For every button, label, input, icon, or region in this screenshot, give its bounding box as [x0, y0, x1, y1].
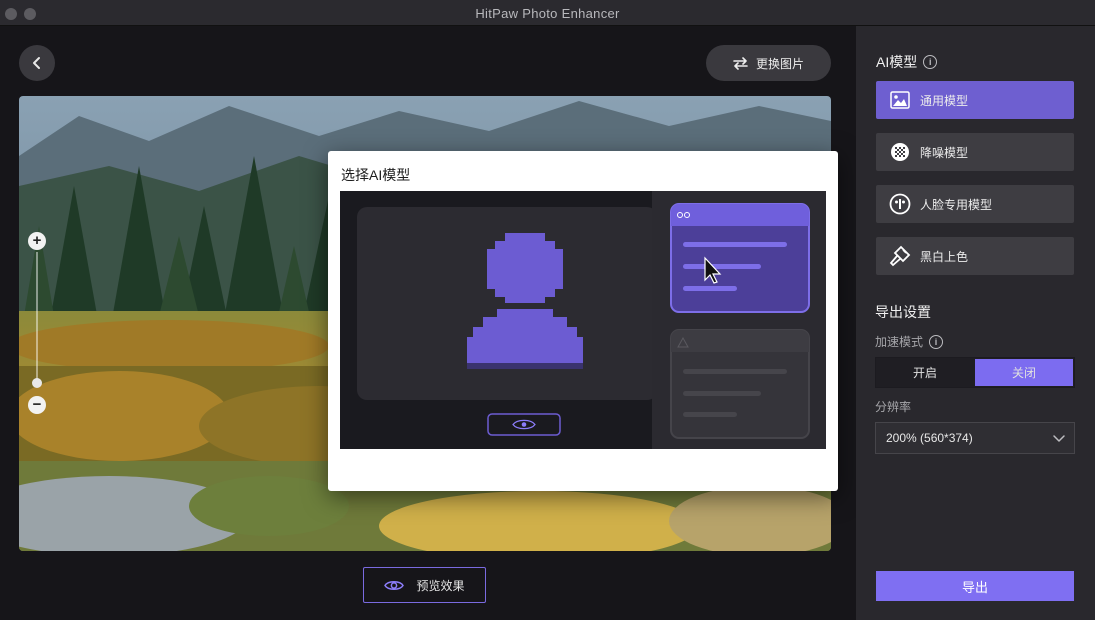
model-colorize-label: 黑白上色 — [920, 249, 969, 264]
model-general-label: 通用模型 — [920, 93, 969, 108]
dialog-title: 选择AI模型 — [341, 167, 411, 183]
face-icon — [889, 193, 911, 215]
zoom-control: + − — [28, 232, 46, 414]
model-denoise-label: 降噪模型 — [920, 145, 969, 160]
acceleration-mode-label: 加速模式 — [875, 335, 924, 349]
model-colorize-button[interactable]: 黑白上色 — [876, 237, 1074, 275]
resolution-select[interactable]: 200% (560*374) — [875, 422, 1075, 454]
replace-image-label: 更换图片 — [755, 56, 804, 71]
window-title: HitPaw Photo Enhancer — [475, 6, 620, 21]
chevron-down-icon — [1052, 431, 1066, 448]
ai-model-heading-label: AI模型 — [876, 54, 918, 70]
export-button[interactable]: 导出 — [876, 571, 1074, 601]
zoom-slider-track[interactable] — [36, 252, 38, 386]
tutorial-illustration — [340, 191, 826, 449]
zoom-in-button[interactable]: + — [28, 232, 46, 250]
info-icon[interactable]: i — [923, 55, 938, 69]
resolution-label: 分辨率 — [875, 400, 912, 414]
resolution-value: 200% (560*374) — [886, 431, 973, 445]
choose-model-dialog: 选择AI模型 — [328, 151, 838, 491]
ai-model-heading: AI模型 i — [876, 52, 938, 72]
model-face-button[interactable]: 人脸专用模型 — [876, 185, 1074, 223]
model-denoise-button[interactable]: 降噪模型 — [876, 133, 1074, 171]
chevron-left-icon — [33, 57, 40, 69]
export-settings-heading: 导出设置 — [875, 304, 931, 320]
brush-icon — [889, 245, 911, 267]
acceleration-mode-toggle: 开启 关闭 — [875, 357, 1075, 388]
image-icon — [889, 89, 911, 111]
settings-sidebar: AI模型 i 通用模型 降噪模型 人脸专用模型 黑白上色 导出设置 加速模式 i… — [856, 26, 1095, 620]
acceleration-off-option[interactable]: 关闭 — [975, 359, 1073, 386]
preview-effect-label: 预览效果 — [416, 578, 465, 593]
model-general-button[interactable]: 通用模型 — [876, 81, 1074, 119]
zoom-slider-handle[interactable] — [32, 378, 42, 388]
model-selection-illustration — [340, 191, 826, 449]
title-bar: HitPaw Photo Enhancer — [0, 0, 1095, 26]
zoom-out-button[interactable]: − — [28, 396, 46, 414]
model-face-label: 人脸专用模型 — [920, 197, 993, 212]
info-icon[interactable]: i — [929, 334, 944, 349]
back-button[interactable] — [19, 45, 55, 81]
replace-image-button[interactable]: 更换图片 — [706, 45, 831, 81]
denoise-icon — [889, 141, 911, 163]
acceleration-on-option[interactable]: 开启 — [876, 358, 974, 387]
acceleration-mode-label-row: 加速模式 i — [875, 333, 944, 350]
app-window: HitPaw Photo Enhancer 更换图片 + − 预览效果 选择AI… — [0, 0, 1095, 620]
preview-effect-button[interactable]: 预览效果 — [363, 567, 486, 603]
swap-icon — [733, 56, 748, 70]
eye-icon — [384, 580, 405, 590]
